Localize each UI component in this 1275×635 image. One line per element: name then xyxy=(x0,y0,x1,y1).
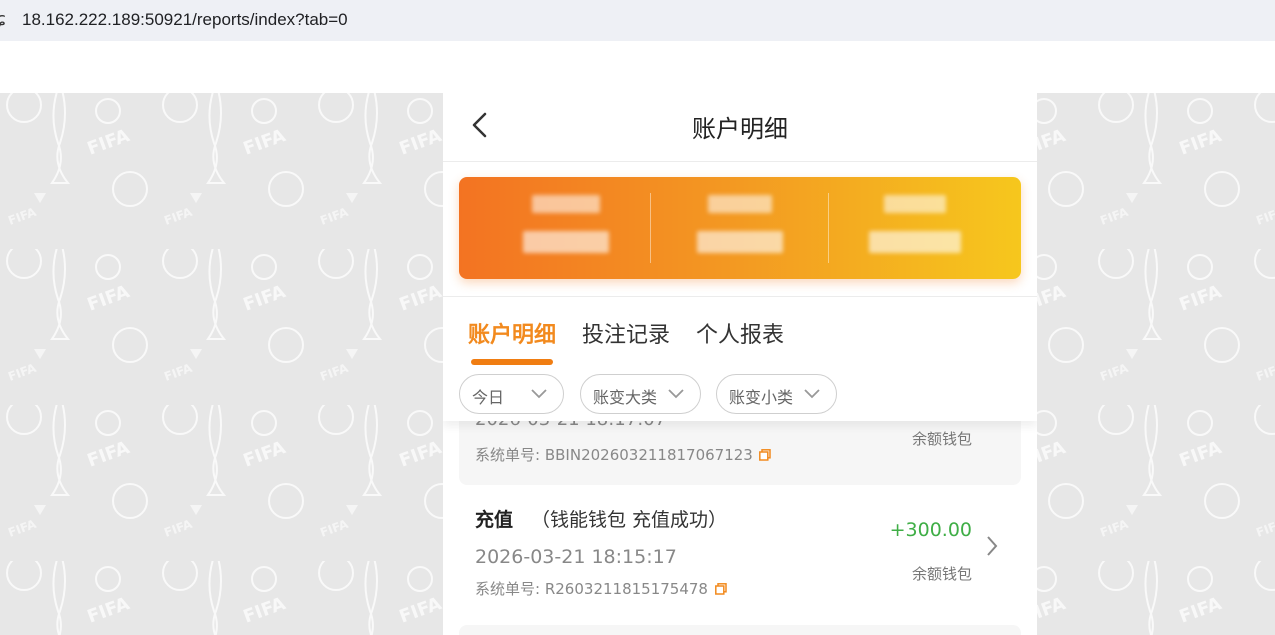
summary-column-3 xyxy=(840,195,990,261)
address-url[interactable]: 18.162.222.189:50921/reports/index?tab=0 xyxy=(22,10,348,30)
redacted-value xyxy=(523,231,609,253)
summary-column-1 xyxy=(491,195,641,261)
order-value: BBIN202603211817067123 xyxy=(544,446,753,464)
record-order-number: 系统单号: BBIN202603211817067123 xyxy=(475,444,753,465)
redacted-value xyxy=(697,231,783,253)
copy-icon[interactable] xyxy=(759,449,771,461)
record-order-number: 系统单号: R2603211815175478 xyxy=(475,578,708,599)
chevron-down-icon xyxy=(531,389,547,399)
record-wallet: 余额钱包 xyxy=(911,565,972,583)
copy-icon[interactable] xyxy=(715,583,727,595)
account-details-panel: 账户明细 账户明细 投注记录 个人报表 今日 账变大类 账变小类 余额钱包 系统… xyxy=(443,93,1037,635)
site-info-icon[interactable]: ɕ xyxy=(0,9,6,30)
record-card[interactable]: 充值 （钱能钱包 充值成功） 2026-03-21 18:15:17 +300.… xyxy=(459,489,1021,619)
order-value: R2603211815175478 xyxy=(544,580,708,598)
record-card[interactable]: 2026-03-21 18:17:07 余额钱包 系统单号: BBIN20260… xyxy=(459,409,1021,485)
record-time: 2026-03-21 18:15:17 xyxy=(475,546,677,568)
redacted-label xyxy=(708,195,772,213)
active-tab-indicator xyxy=(471,359,553,365)
record-card[interactable] xyxy=(459,625,1021,635)
redacted-value xyxy=(869,231,961,253)
chevron-right-icon[interactable] xyxy=(985,534,999,558)
nav-bar: 账户明细 xyxy=(443,93,1037,162)
record-type: 充值 xyxy=(475,509,514,531)
order-label: 系统单号: xyxy=(475,580,541,598)
filter-subcategory-select[interactable]: 账变小类 xyxy=(716,374,837,414)
tabs-and-filters: 账户明细 投注记录 个人报表 今日 账变大类 账变小类 xyxy=(443,296,1037,421)
summary-column-2 xyxy=(665,195,815,261)
summary-divider xyxy=(650,193,651,263)
filter-subcategory-label: 账变小类 xyxy=(729,388,794,407)
balance-summary-card xyxy=(459,177,1021,279)
record-wallet: 余额钱包 xyxy=(911,430,972,448)
tab-personal-report[interactable]: 个人报表 xyxy=(696,317,784,349)
tab-account-details[interactable]: 账户明细 xyxy=(468,317,556,349)
filter-date-select[interactable]: 今日 xyxy=(459,374,564,414)
filter-date-label: 今日 xyxy=(472,388,505,407)
chevron-down-icon xyxy=(804,389,820,399)
order-label: 系统单号: xyxy=(475,446,541,464)
filter-category-select[interactable]: 账变大类 xyxy=(580,374,701,414)
record-amount: +300.00 xyxy=(889,519,972,541)
page-title: 账户明细 xyxy=(692,115,788,143)
redacted-label xyxy=(532,195,600,213)
tab-bet-records[interactable]: 投注记录 xyxy=(582,317,670,349)
record-description: （钱能钱包 充值成功） xyxy=(531,509,728,531)
summary-divider xyxy=(828,193,829,263)
chevron-down-icon xyxy=(668,389,684,399)
redacted-label xyxy=(884,195,946,213)
filter-category-label: 账变大类 xyxy=(593,388,658,407)
browser-address-bar[interactable]: ɕ 18.162.222.189:50921/reports/index?tab… xyxy=(0,0,1275,41)
